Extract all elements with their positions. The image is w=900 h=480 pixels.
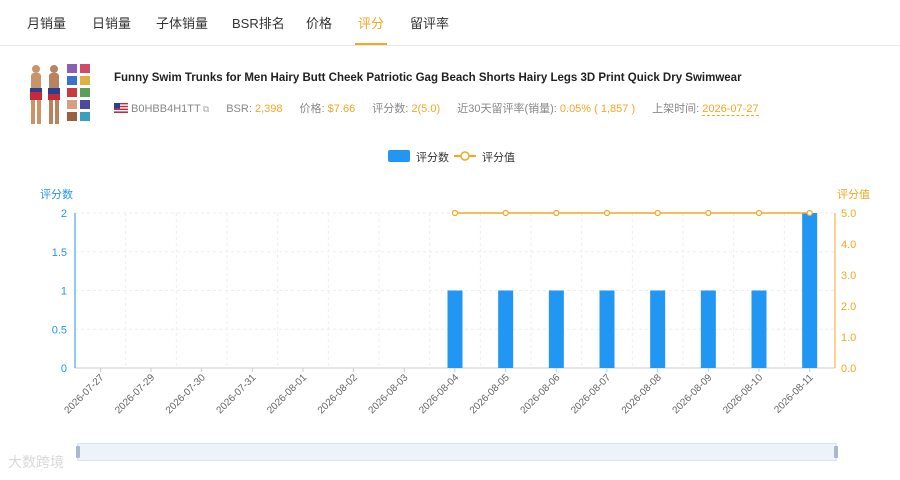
x-tick-label: 2026-08-07: [569, 372, 613, 416]
line-point: [451, 209, 459, 217]
bar: [447, 290, 463, 368]
x-tick-label: 2026-08-05: [468, 372, 512, 416]
watermark: 大数跨境: [8, 454, 64, 470]
line-point: [705, 209, 712, 217]
bar: [599, 290, 615, 368]
line-point: [603, 209, 611, 217]
y-tick-label-left: 2: [61, 208, 67, 220]
x-tick-label: 2026-08-02: [316, 372, 360, 416]
bar: [548, 290, 564, 368]
y-tick-label-right: 2.0: [841, 301, 856, 313]
line-point: [502, 209, 509, 217]
data-zoom-slider[interactable]: [76, 443, 838, 461]
x-tick-label: 2026-08-06: [519, 372, 563, 416]
zoom-handle-left[interactable]: [76, 446, 80, 458]
line-point: [755, 209, 763, 217]
x-tick-label: 2026-07-31: [215, 372, 259, 416]
bar: [802, 213, 818, 368]
x-tick-label: 2026-08-01: [265, 372, 309, 416]
y-tick-label-right: 4.0: [841, 239, 856, 251]
x-tick-label: 2026-07-29: [113, 372, 157, 416]
y-tick-label-right: 3.0: [841, 270, 856, 282]
line-point: [806, 209, 813, 217]
y-axis-left-title: 评分数: [40, 188, 73, 201]
bar: [751, 290, 767, 368]
y-tick-label-right: 0.0: [841, 363, 856, 375]
y-axis-right-title: 评分值: [837, 188, 870, 201]
x-tick-label: 2026-08-11: [772, 372, 816, 416]
y-tick-label-left: 1.5: [52, 247, 67, 259]
line-point: [654, 209, 661, 217]
bar: [498, 290, 514, 368]
y-tick-label-right: 1.0: [841, 332, 856, 344]
y-tick-label-left: 0: [61, 363, 67, 375]
x-tick-label: 2026-08-09: [671, 372, 715, 416]
y-tick-label-left: 1: [61, 286, 67, 298]
x-tick-label: 2026-08-04: [417, 372, 461, 416]
y-tick-label-left: 0.5: [52, 324, 67, 336]
zoom-handle-right[interactable]: [834, 446, 838, 458]
x-tick-label: 2026-08-10: [721, 372, 765, 416]
x-tick-label: 2026-08-03: [367, 372, 411, 416]
line-point: [553, 209, 560, 217]
bar: [700, 290, 716, 368]
x-tick-label: 2026-07-30: [164, 372, 208, 416]
y-tick-label-right: 5.0: [841, 208, 856, 220]
rating-chart: 评分数 评分值 0 0.5 1 1.5 2 0.0 1.0 2.0 3.0 4.0 5.0 2026-07…: [40, 188, 870, 416]
bar: [650, 290, 666, 368]
x-tick-label: 2026-07-27: [63, 372, 107, 416]
x-tick-label: 2026-08-08: [620, 372, 664, 416]
